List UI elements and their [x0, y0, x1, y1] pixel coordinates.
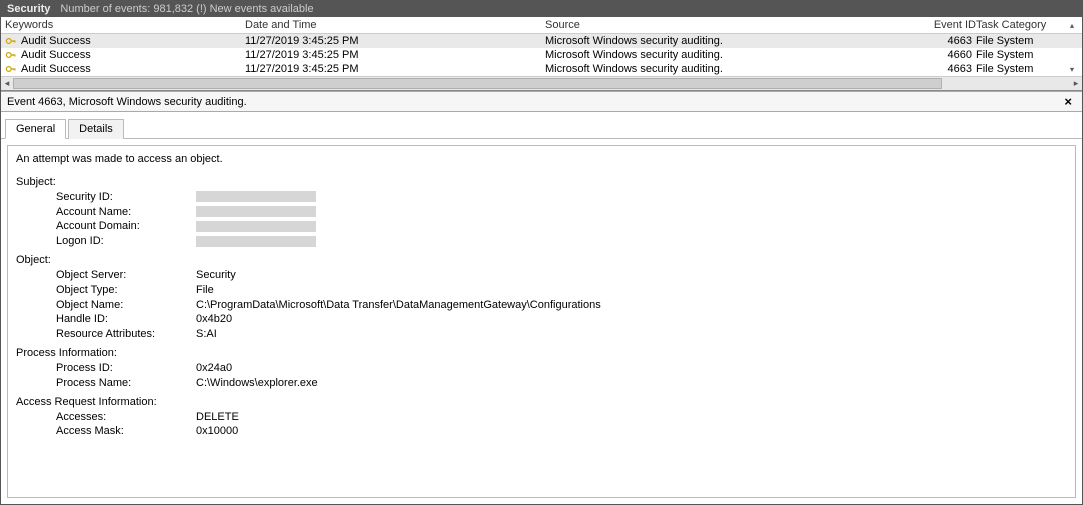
- vscroll-up-icon[interactable]: ▴: [1066, 19, 1078, 31]
- key-icon: [5, 35, 17, 47]
- detail-body[interactable]: An attempt was made to access an object.…: [7, 145, 1076, 498]
- cell-task: File System: [976, 35, 1066, 47]
- events-list: Keywords Date and Time Source Event ID T…: [1, 17, 1082, 91]
- cell-source: Microsoft Windows security auditing.: [545, 63, 875, 75]
- section-title: Access Request Information:: [16, 395, 1067, 410]
- kv-row: Accesses:DELETE: [16, 410, 1067, 425]
- section-title: Subject:: [16, 175, 1067, 190]
- kv-value: [196, 190, 1067, 205]
- kv-row: Object Type:File: [16, 283, 1067, 298]
- kv-value: C:\ProgramData\Microsoft\Data Transfer\D…: [196, 298, 1067, 313]
- scrollbar-thumb[interactable]: [13, 78, 942, 89]
- table-row[interactable]: Audit Success 11/27/2019 3:45:25 PMMicros…: [1, 48, 1082, 62]
- col-datetime[interactable]: Date and Time: [245, 19, 545, 31]
- section-title: Object:: [16, 253, 1067, 268]
- kv-key: Process ID:: [56, 361, 196, 376]
- kv-key: Object Type:: [56, 283, 196, 298]
- vscroll-down-icon[interactable]: ▾: [1066, 65, 1078, 74]
- kv-value: DELETE: [196, 410, 1067, 425]
- kv-value: [196, 205, 1067, 220]
- detail-header-bar: Event 4663, Microsoft Windows security a…: [1, 91, 1082, 112]
- kv-value: 0x10000: [196, 424, 1067, 439]
- key-icon: [5, 49, 17, 61]
- cell-datetime: 11/27/2019 3:45:25 PM: [245, 35, 545, 47]
- section-object: Object:Object Server:SecurityObject Type…: [16, 253, 1067, 342]
- cell-datetime: 11/27/2019 3:45:25 PM: [245, 49, 545, 61]
- cell-task: File System: [976, 63, 1066, 75]
- kv-row: Account Domain:: [16, 219, 1067, 234]
- kv-row: Process ID:0x24a0: [16, 361, 1067, 376]
- kv-row: Access Mask:0x10000: [16, 424, 1067, 439]
- event-viewer-window: Security Number of events: 981,832 (!) N…: [0, 0, 1083, 505]
- horizontal-scrollbar[interactable]: ◂ ▸: [1, 76, 1082, 90]
- cell-datetime: 11/27/2019 3:45:25 PM: [245, 63, 545, 75]
- kv-row: Security ID:: [16, 190, 1067, 205]
- cell-source: Microsoft Windows security auditing.: [545, 35, 875, 47]
- kv-key: Object Name:: [56, 298, 196, 313]
- section-process: Process Information:Process ID:0x24a0Pro…: [16, 346, 1067, 391]
- kv-row: Process Name:C:\Windows\explorer.exe: [16, 376, 1067, 391]
- cell-keywords: Audit Success: [21, 49, 91, 61]
- section-title: Process Information:: [16, 346, 1067, 361]
- kv-key: Process Name:: [56, 376, 196, 391]
- cell-eventid: 4660: [916, 49, 976, 61]
- kv-value: Security: [196, 268, 1067, 283]
- col-task[interactable]: Task Category: [976, 19, 1066, 31]
- kv-key: Accesses:: [56, 410, 196, 425]
- kv-value: C:\Windows\explorer.exe: [196, 376, 1067, 391]
- cell-eventid: 4663: [916, 35, 976, 47]
- kv-value: File: [196, 283, 1067, 298]
- kv-key: Security ID:: [56, 190, 196, 205]
- kv-row: Object Server:Security: [16, 268, 1067, 283]
- col-source[interactable]: Source: [545, 19, 875, 31]
- kv-row: Account Name:: [16, 205, 1067, 220]
- section-access: Access Request Information:Accesses:DELE…: [16, 395, 1067, 440]
- titlebar-section: Security: [7, 3, 50, 15]
- table-row[interactable]: Audit Success 11/27/2019 3:45:25 PMMicros…: [1, 62, 1082, 76]
- cell-task: File System: [976, 49, 1066, 61]
- col-keywords[interactable]: Keywords: [5, 19, 245, 31]
- detail-message: An attempt was made to access an object.: [16, 152, 1067, 167]
- kv-key: Handle ID:: [56, 312, 196, 327]
- kv-value: [196, 219, 1067, 234]
- redacted-value: [196, 206, 316, 217]
- kv-value: 0x4b20: [196, 312, 1067, 327]
- cell-source: Microsoft Windows security auditing.: [545, 49, 875, 61]
- kv-row: Handle ID:0x4b20: [16, 312, 1067, 327]
- kv-key: Account Domain:: [56, 219, 196, 234]
- kv-key: Access Mask:: [56, 424, 196, 439]
- titlebar-sub: Number of events: 981,832 (!) New events…: [60, 3, 313, 15]
- redacted-value: [196, 191, 316, 202]
- column-headers[interactable]: Keywords Date and Time Source Event ID T…: [1, 17, 1082, 34]
- col-eventid[interactable]: Event ID: [916, 19, 976, 31]
- kv-row: Logon ID:: [16, 234, 1067, 249]
- tab-details[interactable]: Details: [68, 119, 124, 139]
- redacted-value: [196, 221, 316, 232]
- kv-key: Logon ID:: [56, 234, 196, 249]
- kv-row: Object Name:C:\ProgramData\Microsoft\Dat…: [16, 298, 1067, 313]
- col-spacer: [875, 19, 916, 31]
- titlebar: Security Number of events: 981,832 (!) N…: [1, 1, 1082, 17]
- cell-eventid: 4663: [916, 63, 976, 75]
- tab-general[interactable]: General: [5, 119, 66, 139]
- kv-key: Object Server:: [56, 268, 196, 283]
- scroll-left-icon[interactable]: ◂: [1, 77, 13, 90]
- cell-keywords: Audit Success: [21, 63, 91, 75]
- detail-header-text: Event 4663, Microsoft Windows security a…: [7, 96, 247, 108]
- table-row[interactable]: Audit Success 11/27/2019 3:45:25 PMMicros…: [1, 34, 1082, 48]
- kv-value: [196, 234, 1067, 249]
- key-icon: [5, 63, 17, 75]
- cell-keywords: Audit Success: [21, 35, 91, 47]
- scroll-right-icon[interactable]: ▸: [1070, 77, 1082, 90]
- kv-row: Resource Attributes:S:AI: [16, 327, 1067, 342]
- detail-tabs: General Details: [1, 112, 1082, 139]
- kv-key: Resource Attributes:: [56, 327, 196, 342]
- close-detail-button[interactable]: ×: [1060, 95, 1076, 108]
- kv-value: 0x24a0: [196, 361, 1067, 376]
- section-subject: Subject:Security ID:Account Name:Account…: [16, 175, 1067, 249]
- kv-key: Account Name:: [56, 205, 196, 220]
- kv-value: S:AI: [196, 327, 1067, 342]
- redacted-value: [196, 236, 316, 247]
